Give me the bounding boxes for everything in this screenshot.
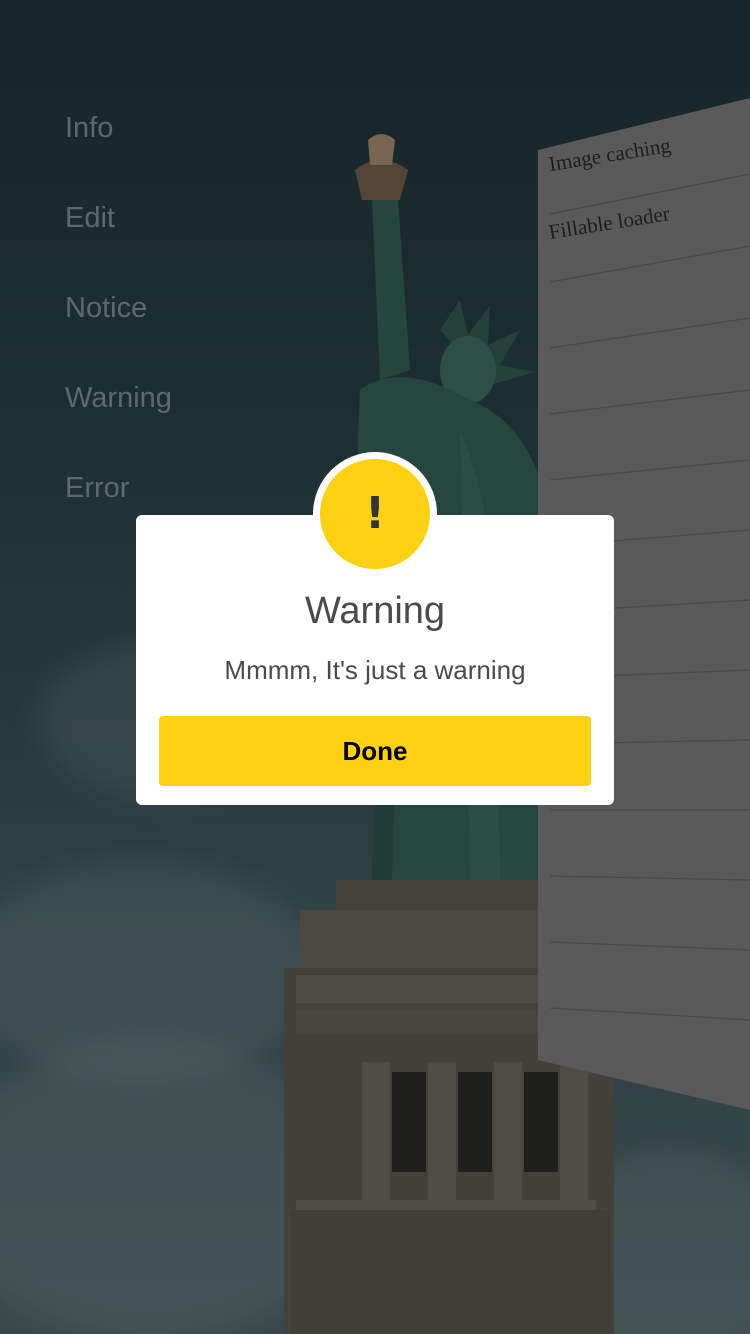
dialog-title: Warning (304, 590, 446, 632)
menu-item-edit[interactable]: Edit (65, 198, 172, 288)
dialog-icon-badge: ! (320, 459, 430, 569)
exclamation-icon: ! (364, 488, 386, 539)
menu-item-notice[interactable]: Notice (65, 288, 172, 378)
menu-item-warning[interactable]: Warning (65, 378, 172, 468)
done-button[interactable]: Done (159, 716, 591, 786)
dialog-message: Mmmm, It's just a warning (224, 655, 526, 685)
menu-item-info[interactable]: Info (65, 108, 172, 198)
side-menu: Info Edit Notice Warning Error (65, 108, 172, 558)
